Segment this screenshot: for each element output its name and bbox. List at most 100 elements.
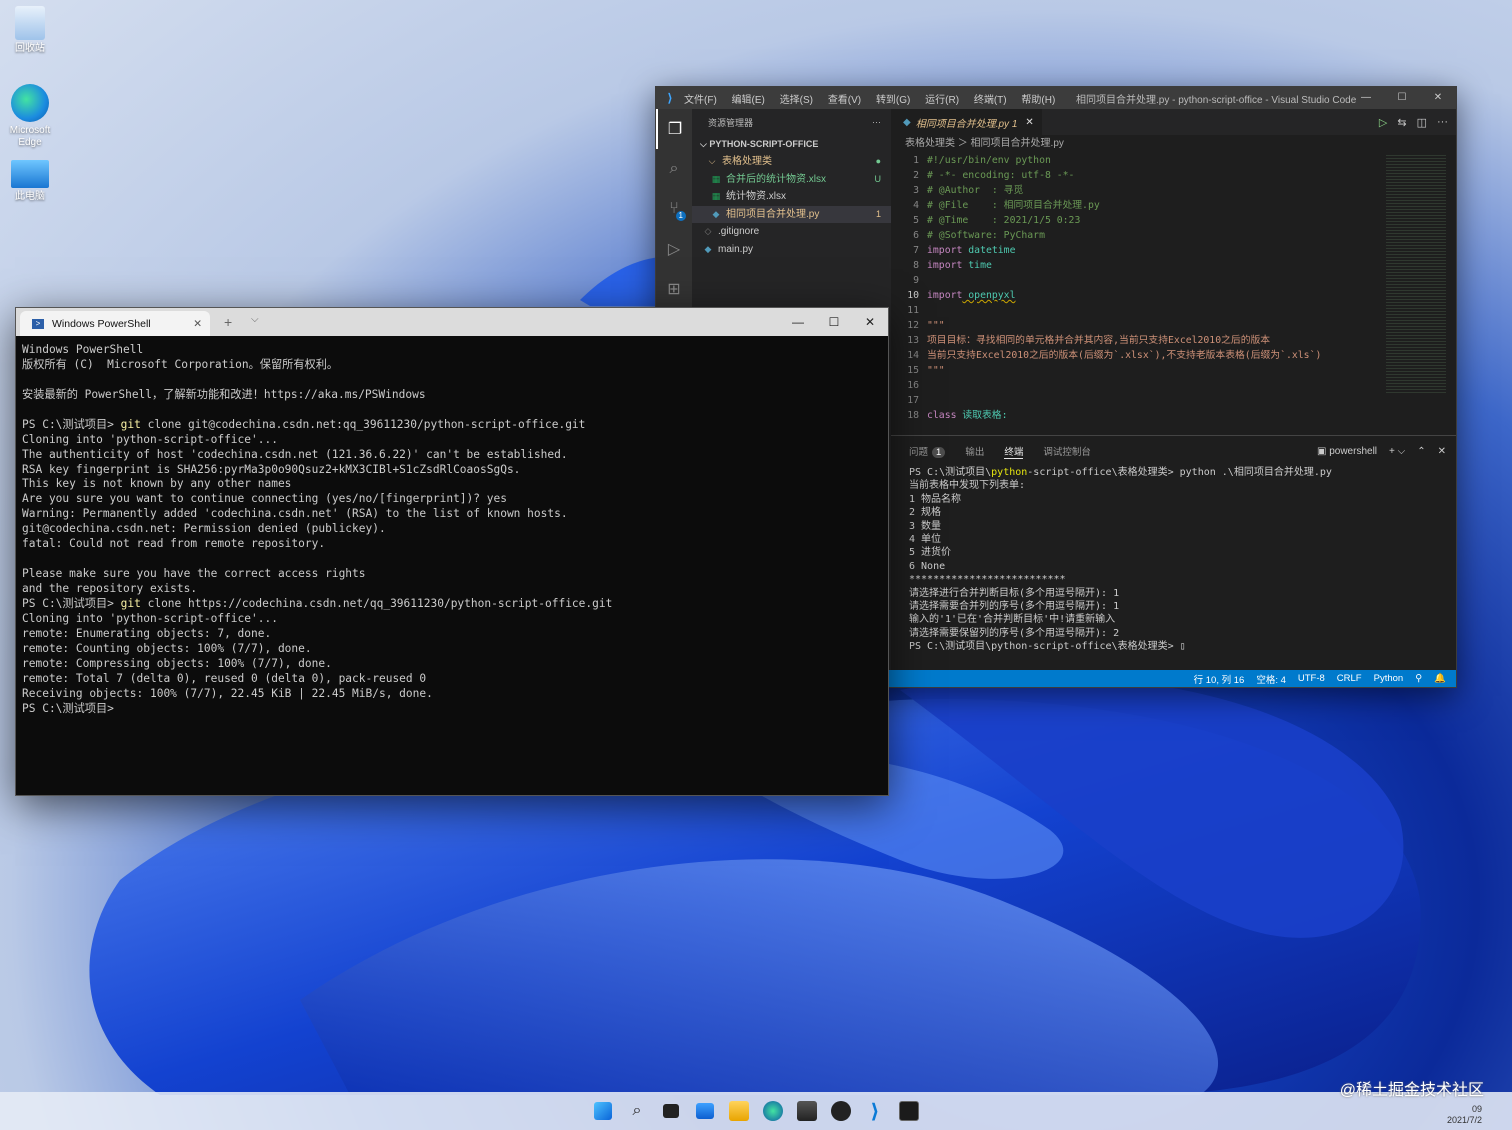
- status-language[interactable]: Python: [1374, 673, 1404, 684]
- powershell-console[interactable]: Windows PowerShell 版权所有 (C) Microsoft Cor…: [16, 336, 888, 716]
- breadcrumb[interactable]: 表格处理类 ＞ 相同项目合并处理.py: [891, 135, 1456, 153]
- explorer-more-icon[interactable]: ···: [872, 117, 881, 127]
- menu-file[interactable]: 文件(F): [684, 95, 717, 106]
- console-line: 安装最新的 PowerShell，了解新功能和改进！https://aka.ms…: [22, 387, 426, 401]
- xbox-icon[interactable]: [824, 1095, 858, 1127]
- tray-date: 2021/7/2: [1446, 1115, 1482, 1125]
- source-control-icon[interactable]: ⑂ 1: [656, 189, 692, 229]
- status-indentation[interactable]: 空格: 4: [1256, 672, 1286, 686]
- notifications-icon[interactable]: 🔔: [1434, 673, 1446, 684]
- code-line[interactable]: 12 """: [891, 318, 1376, 333]
- code-line[interactable]: 17: [891, 393, 1376, 408]
- tree-file-main-py[interactable]: ◆ main.py: [692, 241, 891, 259]
- tab-dropdown-icon[interactable]: ⌵: [251, 314, 259, 325]
- console-line: This key is not known by any other names: [22, 477, 292, 491]
- code-line[interactable]: 8 import time: [891, 258, 1376, 273]
- edge-icon[interactable]: [756, 1095, 790, 1127]
- explorer-icon[interactable]: ❐: [656, 109, 692, 149]
- close-button[interactable]: ✕: [852, 308, 888, 336]
- this-pc-icon[interactable]: 此电脑: [0, 160, 60, 203]
- code-line[interactable]: 9: [891, 273, 1376, 288]
- more-actions-icon[interactable]: ···: [1437, 116, 1448, 129]
- console-line: Windows PowerShell: [22, 343, 144, 356]
- code-line[interactable]: 4 # @File : 相同项目合并处理.py: [891, 198, 1376, 213]
- extensions-icon[interactable]: ⊞: [656, 269, 692, 309]
- code-line[interactable]: 5 # @Time : 2021/1/5 0:23: [891, 213, 1376, 228]
- menu-go[interactable]: 转到(G): [876, 95, 910, 106]
- tree-folder-table[interactable]: ⌵ 表格处理类 ●: [692, 153, 891, 171]
- code-line[interactable]: 11: [891, 303, 1376, 318]
- close-tab-icon[interactable]: ✕: [1025, 117, 1033, 128]
- menu-selection[interactable]: 选择(S): [780, 95, 813, 106]
- tab-terminal[interactable]: 终端: [1004, 444, 1024, 459]
- menu-terminal[interactable]: 终端(T): [974, 95, 1007, 106]
- editor-tab[interactable]: ◆ 相同项目合并处理.py 1 ✕: [891, 109, 1042, 135]
- status-cursor-position[interactable]: 行 10, 列 16: [1194, 672, 1245, 686]
- start-icon[interactable]: [586, 1095, 620, 1127]
- close-button[interactable]: ✕: [1420, 87, 1456, 109]
- menu-edit[interactable]: 编辑(E): [732, 95, 765, 106]
- split-editor-icon[interactable]: ◫: [1417, 116, 1427, 129]
- code-text: 当前只支持Excel2010之后的版本(后缀为`.xlsx`),不支持老版本表格…: [927, 350, 1322, 361]
- code-line[interactable]: 15 """: [891, 363, 1376, 378]
- code-editor[interactable]: 1 #!/usr/bin/env python 2 # -*- encoding: u…: [891, 153, 1376, 423]
- minimap[interactable]: [1386, 153, 1446, 393]
- tree-file-merged-xlsx[interactable]: ▦ 合并后的统计物资.xlsx U: [692, 171, 891, 189]
- terminal-taskbar-icon[interactable]: [892, 1095, 926, 1127]
- code-line[interactable]: 7 import datetime: [891, 243, 1376, 258]
- line-number: 1: [913, 155, 919, 166]
- close-tab-icon[interactable]: ✕: [193, 318, 202, 330]
- code-line[interactable]: 10 import openpyxl: [891, 288, 1376, 303]
- console-line: remote: Counting objects: 100% (7/7), do…: [22, 641, 312, 655]
- code-line[interactable]: 14 当前只支持Excel2010之后的版本(后缀为`.xlsx`),不支持老版本…: [891, 348, 1376, 363]
- code-line[interactable]: 3 # @Author : 寻觅: [891, 183, 1376, 198]
- minimize-button[interactable]: —: [780, 308, 816, 336]
- close-panel-icon[interactable]: ✕: [1438, 446, 1446, 457]
- compare-changes-icon[interactable]: ⇆: [1397, 116, 1406, 129]
- powershell-tab[interactable]: > Windows PowerShell ✕: [20, 311, 210, 336]
- code-line[interactable]: 2 # -*- encoding: utf-8 -*-: [891, 168, 1376, 183]
- code-line[interactable]: 18 class 读取表格:: [891, 408, 1376, 423]
- file-explorer-icon[interactable]: [722, 1095, 756, 1127]
- root-folder[interactable]: ⌵ PYTHON-SCRIPT-OFFICE: [692, 135, 891, 153]
- status-encoding[interactable]: UTF-8: [1298, 673, 1325, 684]
- line-number: 9: [913, 275, 919, 286]
- code-text: #!/usr/bin/env python: [927, 155, 1051, 166]
- task-view-icon[interactable]: [654, 1095, 688, 1127]
- maximize-button[interactable]: ☐: [1384, 87, 1420, 109]
- recycle-bin-icon[interactable]: 回收站: [0, 6, 60, 55]
- tab-output[interactable]: 输出: [965, 444, 984, 458]
- menu-help[interactable]: 帮助(H): [1021, 95, 1055, 106]
- status-eol[interactable]: CRLF: [1337, 673, 1362, 684]
- search-icon[interactable]: ⌕: [620, 1095, 654, 1127]
- feedback-icon[interactable]: ⚲: [1415, 673, 1422, 684]
- maximize-button[interactable]: ☐: [816, 308, 852, 336]
- run-file-icon[interactable]: ▷: [1379, 116, 1387, 129]
- menu-view[interactable]: 查看(V): [828, 95, 861, 106]
- search-icon[interactable]: ⌕: [656, 149, 692, 189]
- tree-file-merge-py[interactable]: ◆ 相同项目合并处理.py 1: [692, 205, 891, 223]
- tree-file-gitignore[interactable]: ◇ .gitignore: [692, 223, 891, 241]
- edge-icon[interactable]: Microsoft Edge: [0, 84, 60, 149]
- terminal-shell-selector[interactable]: ▣ powershell: [1317, 446, 1377, 457]
- tab-debug-console[interactable]: 调试控制台: [1043, 444, 1091, 458]
- new-terminal-icon[interactable]: + ⌵: [1389, 446, 1405, 457]
- run-debug-icon[interactable]: ▷: [656, 229, 692, 269]
- system-tray[interactable]: 09 2021/7/2: [1447, 1104, 1482, 1126]
- minimize-button[interactable]: —: [1348, 87, 1384, 109]
- code-line[interactable]: 16: [891, 378, 1376, 393]
- maximize-panel-icon[interactable]: ⌃: [1417, 446, 1425, 457]
- code-line[interactable]: 6 # @Software: PyCharm: [891, 228, 1376, 243]
- line-number: 15: [907, 365, 919, 376]
- store-icon[interactable]: [790, 1095, 824, 1127]
- terminal-line: PS C:\测试项目\python-script-office\表格处理类> p…: [909, 467, 1332, 478]
- tree-file-stats-xlsx[interactable]: ▦ 统计物资.xlsx: [692, 188, 891, 206]
- menu-run[interactable]: 运行(R): [925, 95, 959, 106]
- tab-problems[interactable]: 问题 1: [909, 444, 946, 458]
- integrated-terminal[interactable]: PS C:\测试项目\python-script-office\表格处理类> p…: [891, 466, 1456, 653]
- widgets-icon[interactable]: [688, 1095, 722, 1127]
- new-tab-button[interactable]: +: [224, 314, 232, 330]
- code-line[interactable]: 13 项目目标：寻找相同的单元格并合并其内容,当前只支持Excel2010之后的版…: [891, 333, 1376, 348]
- code-line[interactable]: 1 #!/usr/bin/env python: [891, 153, 1376, 168]
- vscode-taskbar-icon[interactable]: ⟩: [858, 1095, 892, 1127]
